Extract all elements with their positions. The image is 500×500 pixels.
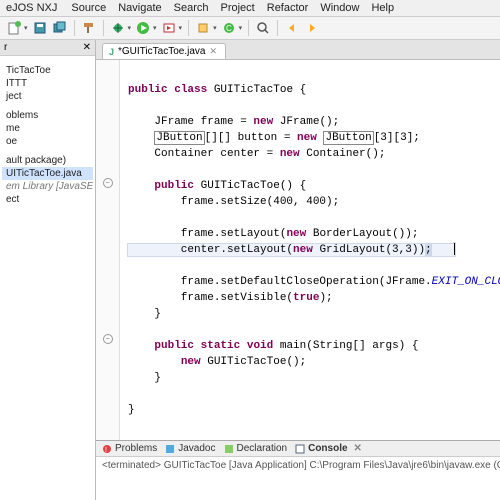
chevron-down-icon[interactable]: ▾ — [24, 24, 28, 32]
run-icon[interactable] — [135, 20, 151, 36]
menu-help[interactable]: Help — [371, 2, 394, 14]
main-area: r ✕ TicTacToe ITTT ject oblems me oe aul… — [0, 40, 500, 500]
main-toolbar: ▾ ▾ ▾ ▾ ▾ C ▾ — [0, 17, 500, 40]
chevron-down-icon[interactable]: ▾ — [153, 24, 157, 32]
code-content[interactable]: public class GUITicTacToe { JFrame frame… — [120, 60, 500, 440]
debug-icon[interactable] — [110, 20, 126, 36]
branding-fragment: eJOS NXJ — [6, 2, 57, 14]
tree-item[interactable]: ault package) — [2, 154, 93, 167]
menu-window[interactable]: Window — [320, 2, 359, 14]
menu-search[interactable]: Search — [174, 2, 209, 14]
menu-source[interactable]: Source — [71, 2, 106, 14]
tree-item-selected[interactable]: UITicTacToe.java — [2, 167, 93, 180]
separator — [188, 20, 189, 36]
fold-icon[interactable]: − — [103, 334, 113, 344]
tree-item[interactable]: oblems — [2, 109, 93, 122]
search-icon[interactable] — [255, 20, 271, 36]
tree-item-library[interactable]: em Library [JavaSE-1.6] — [2, 180, 93, 193]
chevron-down-icon[interactable]: ▾ — [213, 24, 217, 32]
separator — [248, 20, 249, 36]
close-icon[interactable]: ✕ — [83, 42, 91, 53]
svg-text:C: C — [226, 24, 232, 33]
editor-area: J *GUITicTacToe.java ✕ − — [96, 40, 500, 500]
bottom-tabs: ! Problems Javadoc Declaration Console ✕ — [96, 441, 500, 457]
menu-project[interactable]: Project — [221, 2, 255, 14]
close-icon[interactable]: ✕ — [209, 46, 217, 57]
tab-javadoc[interactable]: Javadoc — [165, 443, 215, 454]
prev-annotation-icon[interactable] — [284, 20, 300, 36]
menu-navigate[interactable]: Navigate — [118, 2, 161, 14]
hammer-icon[interactable] — [81, 20, 97, 36]
menu-refactor[interactable]: Refactor — [267, 2, 309, 14]
tree-item[interactable]: ject — [2, 90, 93, 103]
next-annotation-icon[interactable] — [304, 20, 320, 36]
separator — [74, 20, 75, 36]
bottom-views: ! Problems Javadoc Declaration Console ✕ — [96, 440, 500, 500]
chevron-down-icon[interactable]: ▾ — [239, 24, 243, 32]
close-icon[interactable]: ✕ — [354, 443, 362, 454]
tree-item[interactable]: oe — [2, 135, 93, 148]
editor-tab-active[interactable]: J *GUITicTacToe.java ✕ — [102, 43, 226, 59]
declaration-icon — [224, 444, 234, 454]
tree-item[interactable]: TicTacToe — [2, 64, 93, 77]
save-all-icon[interactable] — [52, 20, 68, 36]
editor-tabbar: J *GUITicTacToe.java ✕ — [96, 40, 500, 60]
tab-problems[interactable]: ! Problems — [102, 443, 157, 454]
new-package-icon[interactable] — [195, 20, 211, 36]
tree-item[interactable]: ect — [2, 193, 93, 206]
tab-label: *GUITicTacToe.java — [118, 46, 205, 57]
external-tools-icon[interactable] — [161, 20, 177, 36]
console-icon — [295, 444, 305, 454]
svg-text:!: ! — [105, 447, 107, 454]
save-icon[interactable] — [32, 20, 48, 36]
new-class-icon[interactable]: C — [221, 20, 237, 36]
tree-item[interactable]: me — [2, 122, 93, 135]
editor-gutter[interactable]: − − — [96, 60, 120, 440]
problems-icon: ! — [102, 444, 112, 454]
code-editor[interactable]: − − public class GUITicTacToe { JFrame f… — [96, 60, 500, 440]
package-explorer-header: r ✕ — [0, 40, 95, 56]
console-status: <terminated> GUITicTacToe [Java Applicat… — [96, 457, 500, 474]
java-file-icon: J — [109, 47, 114, 57]
chevron-down-icon[interactable]: ▾ — [128, 24, 132, 32]
tab-declaration[interactable]: Declaration — [224, 443, 288, 454]
tree-item[interactable]: ITTT — [2, 77, 93, 90]
tab-console[interactable]: Console ✕ — [295, 443, 362, 454]
separator — [277, 20, 278, 36]
fold-icon[interactable]: − — [103, 178, 113, 188]
package-tree[interactable]: TicTacToe ITTT ject oblems me oe ault pa… — [0, 56, 95, 208]
menu-bar: eJOS NXJ Source Navigate Search Project … — [0, 0, 500, 17]
chevron-down-icon[interactable]: ▾ — [179, 24, 183, 32]
new-icon[interactable] — [6, 20, 22, 36]
javadoc-icon — [165, 444, 175, 454]
separator — [103, 20, 104, 36]
package-explorer: r ✕ TicTacToe ITTT ject oblems me oe aul… — [0, 40, 96, 500]
view-title-fragment: r — [4, 42, 7, 53]
